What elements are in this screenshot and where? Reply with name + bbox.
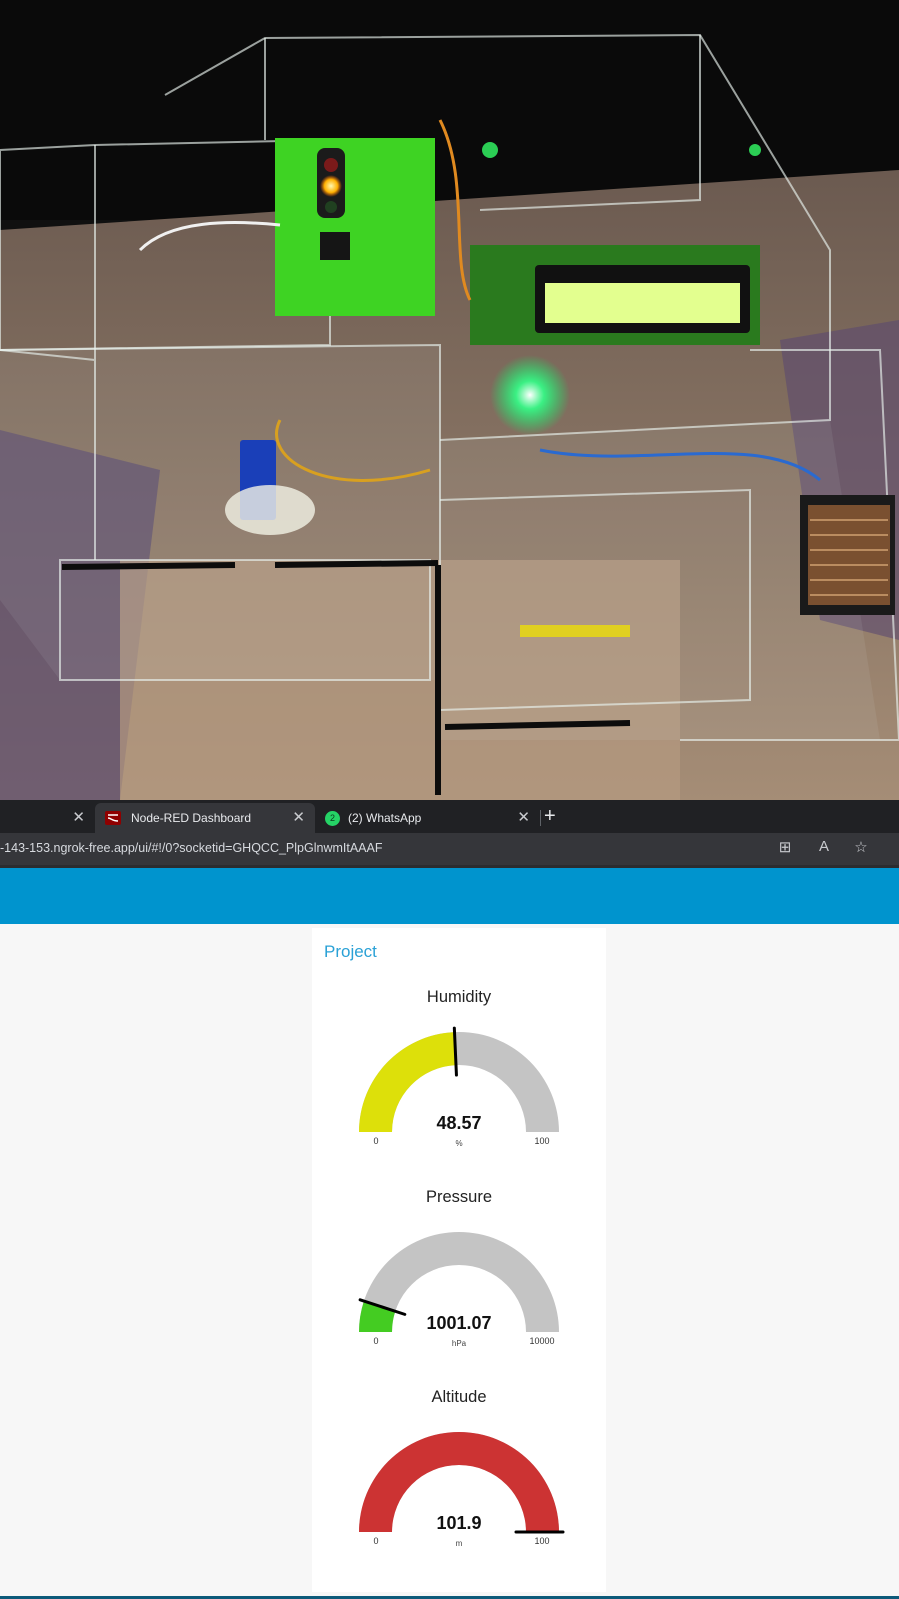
pressure-gauge: 1001.07 hPa 0 10000 — [358, 1232, 559, 1348]
gauge-max-label: 10000 — [529, 1336, 554, 1346]
gauge-value: 48.57 — [436, 1113, 481, 1133]
whatsapp-icon: 2 — [325, 810, 340, 826]
gauge-value: 101.9 — [436, 1513, 481, 1533]
browser-tab-bar: ✕ Node-RED Dashboard ✕ 2 (2) WhatsApp ✕ — [0, 800, 899, 833]
favorite-star-icon[interactable]: ☆ — [850, 838, 872, 856]
close-tab-icon[interactable]: ✕ — [72, 809, 85, 827]
gauge-unit: hPa — [452, 1339, 467, 1348]
hardware-photo — [0, 0, 899, 800]
gauge-needle — [452, 1026, 458, 1077]
pressure-title: Pressure — [425, 1188, 493, 1206]
tab-previous[interactable]: ✕ — [0, 803, 95, 833]
altitude-gauge: 101.9 m 0 100 — [359, 1432, 565, 1548]
gauge-unit: m — [456, 1539, 463, 1548]
address-bar: -143-153.ngrok-free.app/ui/#!/0?socketid… — [0, 833, 899, 865]
gauge-min-label: 0 — [373, 1536, 378, 1546]
read-aloud-icon[interactable]: A — [813, 838, 835, 855]
gauge-min-label: 0 — [373, 1136, 378, 1146]
close-tab-icon[interactable]: ✕ — [292, 809, 305, 827]
split-screen-icon[interactable]: ⊞ — [774, 838, 796, 856]
gauge-max-label: 100 — [534, 1536, 549, 1546]
humidity-gauge: 48.57 % 0 100 — [359, 1026, 559, 1148]
node-red-logo-icon — [105, 811, 121, 825]
altitude-title: Altitude — [431, 1388, 487, 1406]
dashboard-header — [0, 868, 899, 924]
gauge-min-label: 0 — [373, 1336, 378, 1346]
photo-illustration — [0, 0, 899, 800]
tab-separator — [540, 810, 541, 826]
gauge-max-label: 100 — [534, 1136, 549, 1146]
humidity-title: Humidity — [426, 988, 492, 1006]
tab-node-red-dashboard[interactable]: Node-RED Dashboard ✕ — [95, 803, 315, 833]
group-title: Project — [324, 942, 377, 961]
close-tab-icon[interactable]: ✕ — [517, 809, 530, 827]
tab-whatsapp[interactable]: 2 (2) WhatsApp ✕ — [315, 803, 540, 833]
gauge-value: 1001.07 — [426, 1313, 491, 1333]
gauge-unit: % — [455, 1139, 462, 1148]
new-tab-button[interactable]: + — [544, 803, 556, 829]
url-field[interactable]: -143-153.ngrok-free.app/ui/#!/0?socketid… — [0, 841, 382, 855]
